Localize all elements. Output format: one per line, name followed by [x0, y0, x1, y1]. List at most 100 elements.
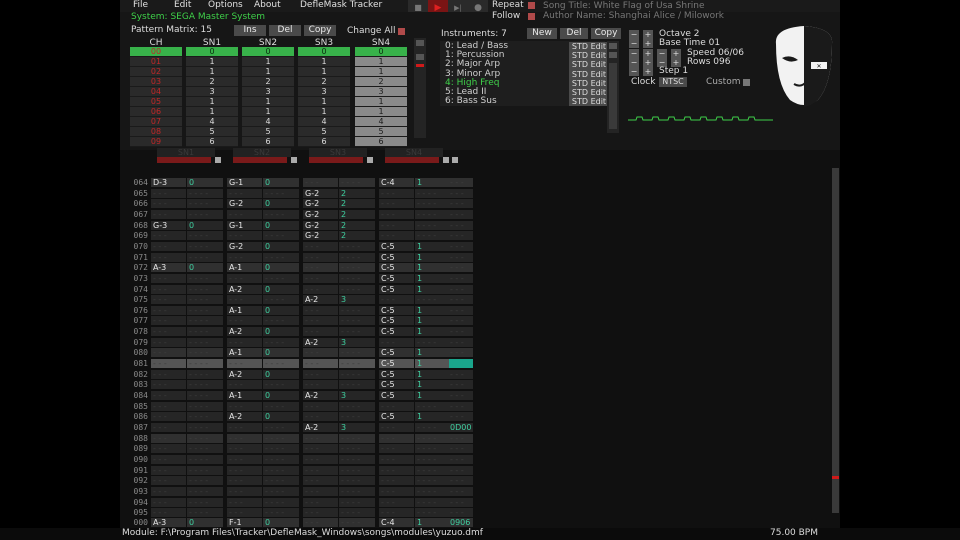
note-cell[interactable]: - - -	[379, 295, 414, 305]
note-cell[interactable]: C-5	[379, 348, 414, 358]
instrument-cell[interactable]: - - - -	[187, 241, 223, 251]
follow-checkbox[interactable]	[528, 13, 535, 20]
instrument-cell[interactable]: 2	[339, 220, 375, 230]
note-cell[interactable]: - - -	[303, 284, 338, 294]
note-cell[interactable]: - - -	[227, 401, 262, 411]
matrix-cell[interactable]: 6	[355, 137, 407, 147]
instrument-cell[interactable]: 2	[339, 209, 375, 219]
matrix-cell[interactable]: 1	[298, 67, 350, 77]
std-edit-button[interactable]: STD Edit	[569, 78, 609, 88]
note-cell[interactable]: - - -	[151, 273, 186, 283]
note-cell[interactable]: A-2	[303, 391, 338, 400]
matrix-cell[interactable]: 3	[186, 87, 238, 97]
note-cell[interactable]: - - -	[227, 209, 262, 219]
note-cell[interactable]: - - -	[151, 401, 186, 411]
instrument-cell[interactable]: 1	[415, 348, 451, 358]
effect-cell[interactable]	[449, 359, 473, 369]
sn4-toggle-icon[interactable]	[443, 157, 449, 163]
instrument-cell[interactable]: 0	[263, 327, 299, 337]
matrix-cell[interactable]: 5	[298, 127, 350, 137]
instrument-cell[interactable]: 2	[339, 231, 375, 241]
instrument-cell[interactable]: 1	[415, 178, 451, 187]
instrument-cell[interactable]: 1	[415, 305, 451, 315]
note-cell[interactable]: - - -	[227, 433, 262, 443]
instrument-cell[interactable]: 1	[415, 391, 451, 400]
note-cell[interactable]: - - -	[379, 220, 414, 230]
note-cell[interactable]: - - -	[303, 252, 338, 262]
instrument-cell[interactable]: - - - -	[187, 422, 223, 432]
instrument-cell[interactable]: - - - -	[339, 284, 375, 294]
effect-cell[interactable]: - - -	[449, 380, 473, 390]
note-cell[interactable]: A-2	[227, 327, 262, 337]
note-cell[interactable]: - - -	[151, 241, 186, 251]
effect-cell[interactable]: - - -	[449, 220, 473, 230]
instrument-cell[interactable]: - - - -	[339, 518, 375, 527]
sn4-toggle2-icon[interactable]	[452, 157, 458, 163]
instrument-cell[interactable]: - - - -	[187, 380, 223, 390]
instrument-cell[interactable]: - - - -	[339, 476, 375, 486]
instrument-cell[interactable]: - - - -	[263, 337, 299, 347]
note-cell[interactable]: - - -	[151, 348, 186, 358]
effect-cell[interactable]: - - -	[449, 241, 473, 251]
instrument-cell[interactable]: 0	[263, 241, 299, 251]
step-plus-button[interactable]: +	[643, 67, 653, 76]
matrix-cell[interactable]: 5	[242, 127, 294, 137]
matrix-copy-button[interactable]: Copy	[304, 25, 336, 36]
note-cell[interactable]: A-3	[151, 518, 186, 527]
std-edit-button[interactable]: STD Edit	[569, 42, 609, 52]
sn1-volume-bar[interactable]	[157, 157, 211, 163]
inst-scroll-up-icon[interactable]	[609, 43, 617, 49]
effect-cell[interactable]: - - -	[449, 508, 473, 518]
matrix-cell[interactable]: 1	[186, 107, 238, 117]
sn2-toggle-icon[interactable]	[291, 157, 297, 163]
instrument-cell[interactable]: 3	[339, 295, 375, 305]
instrument-cell[interactable]: - - - -	[415, 454, 451, 464]
note-cell[interactable]: - - -	[151, 209, 186, 219]
matrix-cell[interactable]: 2	[242, 77, 294, 87]
note-cell[interactable]: A-2	[227, 284, 262, 294]
instrument-cell[interactable]: 3	[339, 422, 375, 432]
sn3-toggle-icon[interactable]	[367, 157, 373, 163]
note-cell[interactable]: - - -	[303, 465, 338, 475]
instrument-cell[interactable]: - - - -	[187, 359, 223, 369]
instrument-cell[interactable]: 1	[415, 327, 451, 337]
note-cell[interactable]: - - -	[151, 422, 186, 432]
matrix-scrollbar[interactable]	[414, 38, 426, 138]
matrix-cell[interactable]: 1	[298, 107, 350, 117]
note-cell[interactable]: - - -	[227, 380, 262, 390]
instrument-cell[interactable]: - - - -	[339, 508, 375, 518]
matrix-cell[interactable]: 4	[242, 117, 294, 127]
instrument-cell[interactable]: 0	[263, 391, 299, 400]
instrument-cell[interactable]: - - - -	[187, 327, 223, 337]
note-cell[interactable]: C-5	[379, 380, 414, 390]
instrument-cell[interactable]: - - - -	[187, 391, 223, 400]
instrument-cell[interactable]: - - - -	[415, 508, 451, 518]
note-cell[interactable]: A-1	[227, 391, 262, 400]
basetime-plus-button[interactable]: +	[643, 39, 653, 48]
note-cell[interactable]: - - -	[303, 327, 338, 337]
note-cell[interactable]: A-2	[227, 412, 262, 422]
instrument-cell[interactable]: - - - -	[263, 454, 299, 464]
matrix-ins-button[interactable]: Ins	[234, 25, 266, 36]
matrix-cell[interactable]: 4	[186, 117, 238, 127]
matrix-cell[interactable]: 2	[186, 77, 238, 87]
instrument-cell[interactable]: - - - -	[187, 486, 223, 496]
instrument-cell[interactable]: 0	[263, 263, 299, 273]
instrument-cell[interactable]: - - - -	[339, 273, 375, 283]
pattern-scroll-thumb[interactable]	[832, 476, 839, 479]
instrument-cell[interactable]: 0	[263, 199, 299, 209]
instrument-cell[interactable]: 0	[187, 178, 223, 187]
effect-cell[interactable]: - - -	[449, 412, 473, 422]
matrix-cell[interactable]: 2	[355, 77, 407, 87]
instrument-cell[interactable]: - - - -	[187, 188, 223, 198]
effect-cell[interactable]: - - -	[449, 401, 473, 411]
note-cell[interactable]: - - -	[227, 465, 262, 475]
matrix-scroll-thumb[interactable]	[416, 64, 424, 67]
instrument-cell[interactable]: - - - -	[187, 337, 223, 347]
instrument-cell[interactable]: - - - -	[187, 348, 223, 358]
note-cell[interactable]: - - -	[151, 391, 186, 400]
note-cell[interactable]: - - -	[303, 305, 338, 315]
instrument-cell[interactable]: 0	[263, 348, 299, 358]
std-edit-button[interactable]: STD Edit	[569, 60, 609, 70]
note-cell[interactable]: - - -	[151, 359, 186, 369]
